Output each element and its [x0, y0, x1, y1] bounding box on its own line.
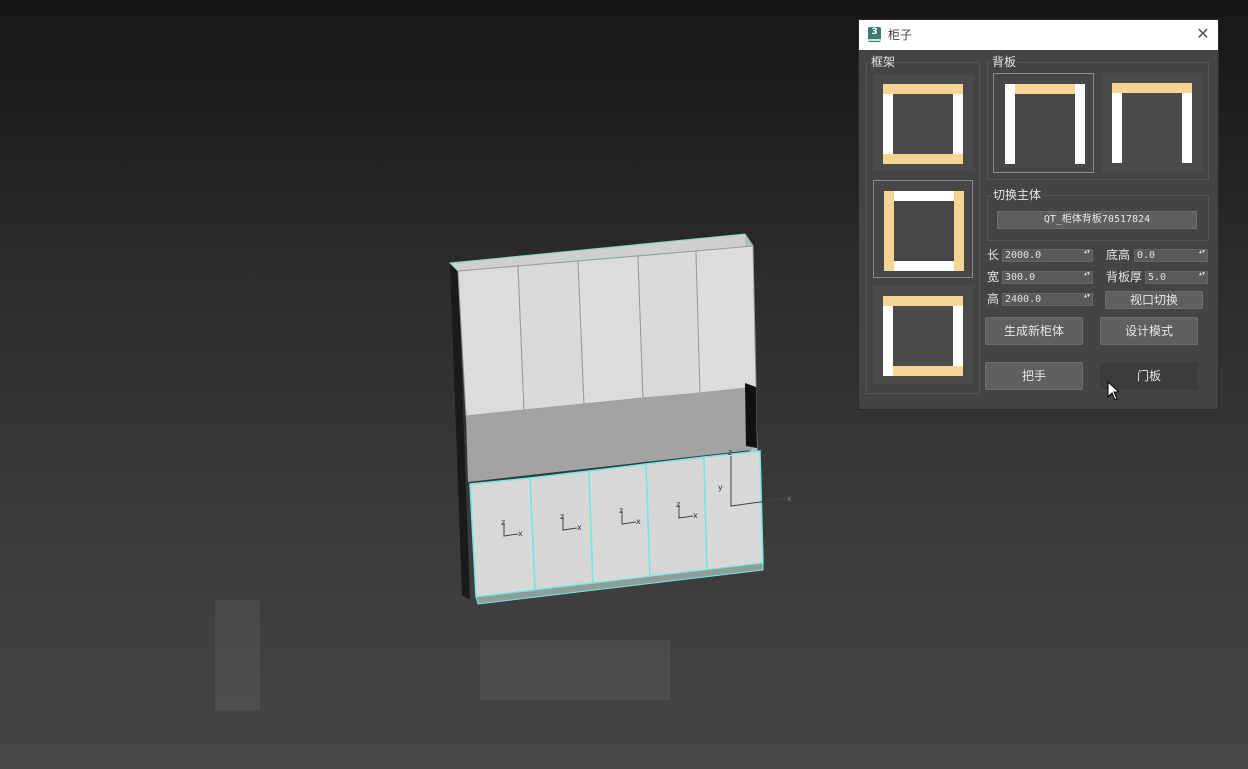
- width-label: 宽: [987, 270, 1000, 284]
- close-icon[interactable]: ✕: [1194, 25, 1212, 43]
- back-panel-group-label: 背板: [991, 55, 1018, 69]
- lower-door: [469, 477, 536, 598]
- mouse-cursor-icon: [1107, 381, 1119, 401]
- height-spinner[interactable]: 2400.0 ▲▼: [1002, 293, 1093, 306]
- gizmo-label: x: [518, 529, 523, 538]
- design-mode-button[interactable]: 设计模式: [1100, 317, 1198, 345]
- frame-option-3-icon: [883, 296, 963, 376]
- handle-button[interactable]: 把手: [985, 362, 1083, 390]
- base-height-spinner[interactable]: 0.0 ▲▼: [1134, 249, 1208, 262]
- spinner-arrows-icon[interactable]: ▲▼: [1199, 272, 1205, 283]
- cabinet-dialog: 3 柜子 ✕ 框架 背板 切换主体 QT_柜体背板70517824 长 2000…: [858, 19, 1219, 410]
- frame-option-2-icon: [884, 191, 964, 271]
- gizmo-label: z: [728, 448, 732, 457]
- frame-option-1-icon: [883, 84, 963, 164]
- lower-door: [645, 456, 708, 578]
- upper-door: [517, 260, 585, 411]
- back-option-2-icon: [1112, 83, 1192, 163]
- switch-body-label: 切换主体: [992, 188, 1043, 202]
- switch-body-field[interactable]: QT_柜体背板70517824: [997, 211, 1197, 229]
- spinner-arrows-icon[interactable]: ▲▼: [1084, 272, 1090, 283]
- app-icon: 3: [868, 27, 881, 42]
- frame-option-3[interactable]: [873, 286, 973, 384]
- spinner-arrows-icon[interactable]: ▲▼: [1084, 294, 1090, 305]
- upper-door: [457, 265, 525, 417]
- width-spinner[interactable]: 300.0 ▲▼: [1002, 271, 1093, 284]
- back-thickness-spinner[interactable]: 5.0 ▲▼: [1145, 271, 1208, 284]
- upper-door: [577, 255, 644, 405]
- gizmo-label: z: [560, 512, 564, 521]
- gizmo-label: z: [501, 518, 505, 527]
- upper-door: [637, 250, 701, 399]
- back-option-1-icon: [1005, 84, 1085, 164]
- lower-door: [529, 470, 594, 591]
- dialog-titlebar[interactable]: 3 柜子 ✕: [859, 20, 1218, 50]
- frame-group-label: 框架: [870, 55, 897, 69]
- gizmo-label: z: [619, 506, 623, 515]
- gizmo-label: z: [676, 500, 680, 509]
- spinner-arrows-icon[interactable]: ▲▼: [1199, 250, 1205, 261]
- base-height-label: 底高: [1106, 248, 1131, 262]
- gizmo-label: y: [718, 483, 723, 492]
- lower-door: [703, 450, 764, 571]
- gizmo-label: x: [693, 511, 698, 520]
- dialog-title: 柜子: [888, 28, 913, 42]
- gizmo-label: x: [577, 523, 582, 532]
- gizmo-label: x: [787, 494, 792, 503]
- frame-option-1[interactable]: [873, 74, 973, 170]
- back-option-1[interactable]: [993, 73, 1094, 173]
- height-label: 高: [987, 292, 1000, 306]
- view-switch-button[interactable]: 视口切换: [1105, 291, 1203, 309]
- lower-door: [588, 463, 651, 584]
- length-spinner[interactable]: 2000.0 ▲▼: [1002, 249, 1093, 262]
- back-option-2[interactable]: [1102, 73, 1203, 173]
- open-shelf-shadow: [745, 383, 757, 448]
- gizmo-label: x: [636, 517, 641, 526]
- frame-option-2[interactable]: [873, 180, 973, 278]
- spinner-arrows-icon[interactable]: ▲▼: [1084, 250, 1090, 261]
- generate-cabinet-button[interactable]: 生成新柜体: [985, 317, 1083, 345]
- upper-doors: [457, 245, 757, 417]
- length-label: 长: [987, 248, 1000, 262]
- back-thickness-label: 背板厚: [1106, 270, 1143, 284]
- upper-door: [695, 245, 757, 394]
